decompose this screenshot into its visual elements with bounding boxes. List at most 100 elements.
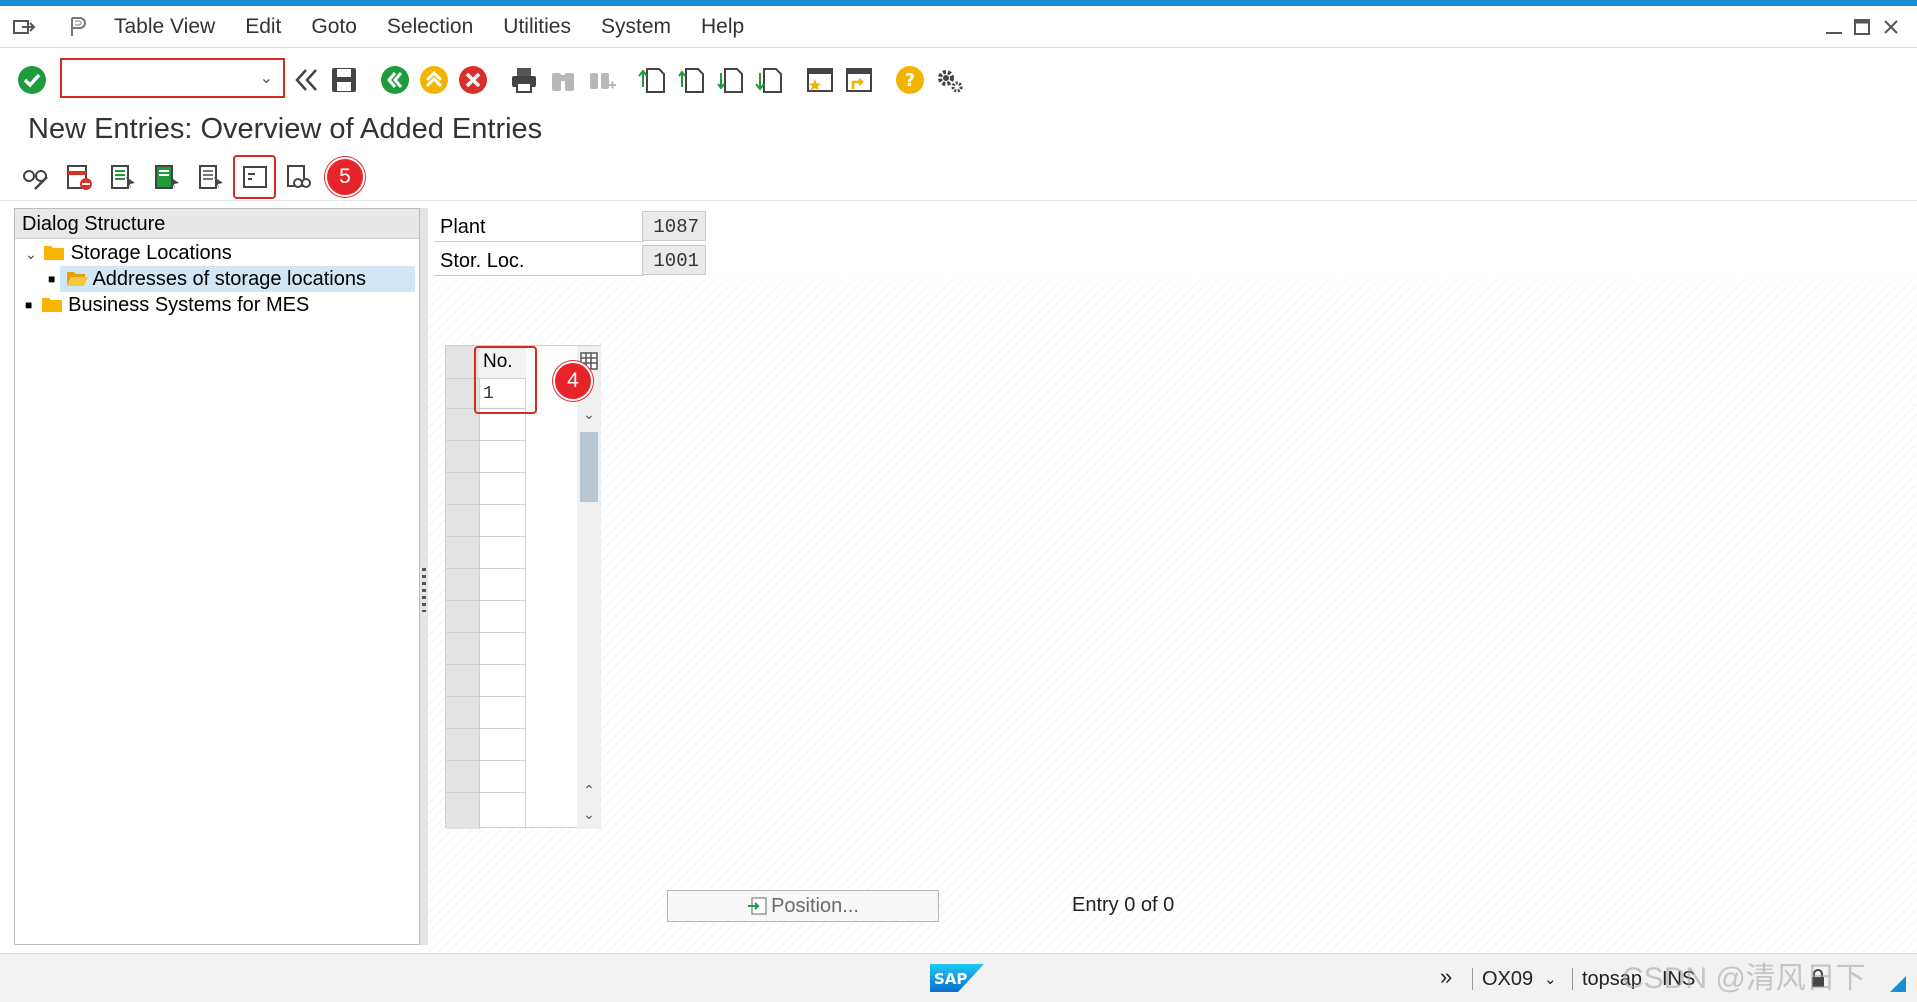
folder-icon <box>41 298 62 312</box>
folder-icon <box>44 246 64 260</box>
row-selector-column[interactable] <box>446 346 479 829</box>
system-id: OX09 <box>1482 968 1534 990</box>
exit-button[interactable] <box>418 64 450 96</box>
first-page-button[interactable] <box>636 64 668 96</box>
menu-help[interactable]: Help <box>701 15 744 39</box>
customize-layout-icon[interactable] <box>66 15 90 39</box>
enter-button[interactable] <box>16 64 48 96</box>
plant-value: 1087 <box>642 211 706 241</box>
chevron-down-icon[interactable]: ⌄ <box>260 68 273 88</box>
save-button[interactable] <box>328 64 360 96</box>
tree-item-label: Business Systems for MES <box>68 294 310 316</box>
tree-item-label: Addresses of storage locations <box>92 268 366 290</box>
row-divider <box>446 792 526 793</box>
menu-items: Table View Edit Goto Selection Utilities… <box>114 6 774 48</box>
next-page-button[interactable] <box>714 64 746 96</box>
deselect-all-button[interactable] <box>194 160 228 194</box>
resize-grip-icon[interactable] <box>1890 976 1906 992</box>
status-separator <box>1472 968 1473 990</box>
menu-selection[interactable]: Selection <box>387 15 473 39</box>
create-session-button[interactable] <box>804 64 836 96</box>
find-entry-button[interactable] <box>282 160 316 194</box>
storage-location-value: 1001 <box>642 245 706 275</box>
scroll-down-icon[interactable]: ⌄ <box>579 804 599 824</box>
scroll-thumb[interactable] <box>580 432 598 502</box>
maximize-icon[interactable] <box>1851 16 1873 38</box>
menu-bar: Table View Edit Goto Selection Utilities… <box>0 6 1917 48</box>
row-divider <box>446 728 526 729</box>
tree-item-addresses[interactable]: ■ Addresses of storage locations <box>48 266 415 292</box>
expand-chevron-icon[interactable]: ⌄ <box>25 241 43 267</box>
expand-status-icon[interactable]: » <box>1440 964 1452 990</box>
settings-button[interactable] <box>933 64 965 96</box>
system-dropdown-icon[interactable]: ⌄ <box>1544 970 1557 988</box>
step-marker-5: 5 <box>325 157 365 197</box>
select-block-icon <box>155 165 179 189</box>
checkmark-icon <box>18 66 46 94</box>
splitter-grip[interactable] <box>422 568 426 612</box>
close-window-icon[interactable] <box>1880 16 1902 38</box>
menu-table-view[interactable]: Table View <box>114 15 215 39</box>
double-chevron-left-icon <box>295 69 317 91</box>
panel-splitter[interactable] <box>420 208 428 945</box>
dialog-structure-header: Dialog Structure <box>15 209 419 239</box>
watermark-text: CSDN @清风日下 <box>1622 962 1866 995</box>
entries-table: No. 1 ⌄ ⌃ ⌄ <box>445 345 601 829</box>
system-menu-icon[interactable] <box>12 15 36 39</box>
cancel-icon <box>459 66 487 94</box>
svg-text:SAP: SAP <box>934 970 967 988</box>
menu-system[interactable]: System <box>601 15 671 39</box>
scroll-down-icon[interactable]: ⌄ <box>579 404 599 424</box>
previous-page-button[interactable] <box>675 64 707 96</box>
print-icon <box>512 68 536 93</box>
back-button[interactable] <box>379 64 411 96</box>
generate-shortcut-button[interactable] <box>843 64 875 96</box>
row-divider <box>446 664 526 665</box>
delete-row-icon <box>67 165 92 190</box>
new-session-icon <box>807 68 833 92</box>
deselect-all-icon <box>199 165 223 189</box>
row-divider <box>446 504 526 505</box>
row-divider <box>446 760 526 761</box>
help-button[interactable]: ? <box>894 64 926 96</box>
back-icon <box>381 66 409 94</box>
entry-count: Entry 0 of 0 <box>1072 894 1175 916</box>
row-divider <box>446 632 526 633</box>
glasses-pencil-icon <box>23 170 48 190</box>
select-all-button[interactable] <box>106 160 140 194</box>
delete-entry-button[interactable] <box>62 160 96 194</box>
menu-edit[interactable]: Edit <box>245 15 281 39</box>
tree-bullet-icon: ■ <box>25 298 33 312</box>
content-area <box>428 201 1917 953</box>
dialog-structure-panel: Dialog Structure ⌄ Storage Locations ■ A… <box>14 208 420 945</box>
row-divider <box>446 600 526 601</box>
help-icon: ? <box>896 66 924 94</box>
tree-item-storage-locations[interactable]: ⌄ Storage Locations <box>25 240 415 266</box>
last-page-button[interactable] <box>753 64 785 96</box>
display-change-button[interactable] <box>18 160 52 194</box>
position-button-label: Position... <box>771 894 859 917</box>
gear-icon <box>938 70 963 93</box>
collapse-button[interactable] <box>290 64 322 96</box>
title-bar: New Entries: Overview of Added Entries <box>0 113 1917 153</box>
svg-text:?: ? <box>905 70 915 91</box>
row-divider <box>446 472 526 473</box>
table-scrollbar[interactable]: ⌄ ⌃ ⌄ <box>577 346 601 829</box>
menu-utilities[interactable]: Utilities <box>503 15 571 39</box>
minimize-icon[interactable] <box>1823 16 1845 38</box>
position-button[interactable]: Position... <box>667 890 939 922</box>
print-button[interactable] <box>508 64 540 96</box>
tree-item-business-systems[interactable]: ■ Business Systems for MES <box>25 292 415 318</box>
cancel-button[interactable] <box>457 64 489 96</box>
plant-label: Plant <box>434 212 644 242</box>
command-field[interactable]: ⌄ <box>60 58 285 98</box>
position-icon <box>748 897 767 915</box>
command-input[interactable] <box>62 60 242 94</box>
menu-goto[interactable]: Goto <box>311 15 357 39</box>
open-folder-icon <box>67 272 88 286</box>
scroll-up-icon[interactable]: ⌃ <box>579 780 599 800</box>
page-title: New Entries: Overview of Added Entries <box>28 113 543 145</box>
select-block-button[interactable] <box>150 160 184 194</box>
row-divider <box>446 696 526 697</box>
previous-page-icon <box>678 68 704 93</box>
